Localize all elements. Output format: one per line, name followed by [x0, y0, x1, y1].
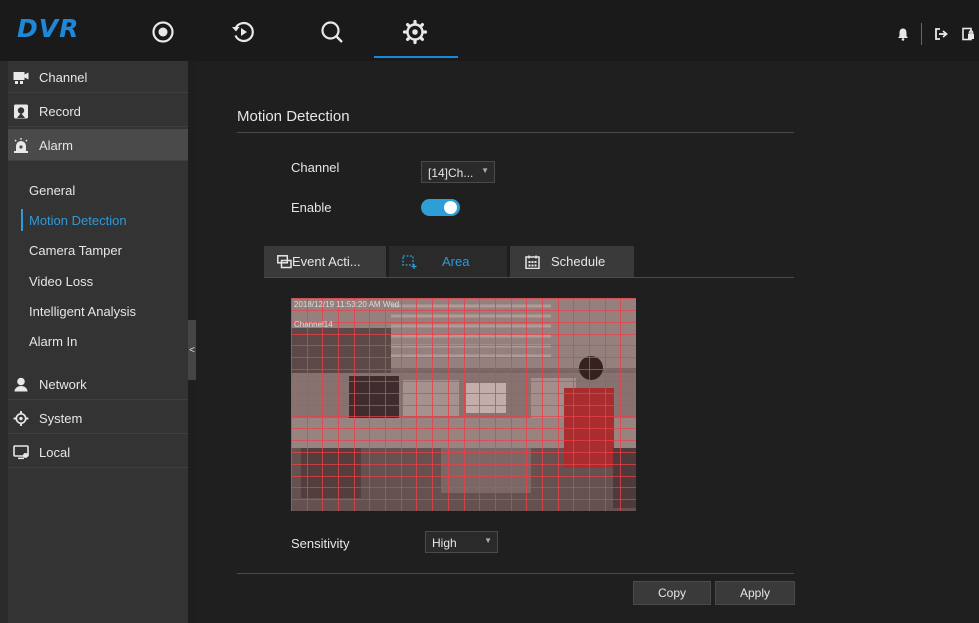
grid-selection-tint [291, 298, 636, 511]
motion-area-grid[interactable] [291, 298, 636, 511]
active-item-indicator [21, 209, 23, 231]
title-divider [237, 132, 794, 133]
sensitivity-select[interactable]: High ▼ [425, 531, 498, 553]
lock-button[interactable] [961, 27, 975, 41]
top-bar-divider [921, 23, 922, 45]
channel-select[interactable]: [14]Ch... ▼ [421, 161, 495, 183]
sidebar-subitem-video-loss[interactable]: Video Loss [8, 269, 188, 295]
sensitivity-select-value: High [432, 536, 457, 550]
search-icon [321, 21, 343, 43]
sensitivity-label: Sensitivity [291, 536, 350, 551]
sidebar-item-label: System [39, 411, 83, 426]
tab-schedule[interactable]: Schedule [510, 246, 634, 277]
tab-event-action[interactable]: Event Acti... [264, 246, 386, 277]
search-nav[interactable] [317, 17, 347, 47]
gear-icon [402, 19, 428, 45]
enable-label: Enable [291, 200, 332, 215]
chevron-down-icon: ▼ [481, 166, 489, 175]
footer-divider [237, 573, 794, 574]
logout-icon [935, 28, 948, 40]
sidebar-item-label: Record [39, 104, 81, 119]
copy-button[interactable]: Copy [633, 581, 711, 605]
settings-nav[interactable] [400, 17, 430, 47]
sidebar-subitem-intelligent-analysis[interactable]: Intelligent Analysis [8, 299, 188, 325]
sidebar-subitem-label: Motion Detection [29, 213, 127, 228]
sidebar-subitem-general[interactable]: General [8, 178, 188, 204]
system-gear-icon [13, 411, 29, 426]
sidebar-subitem-label: Camera Tamper [29, 243, 122, 258]
active-nav-indicator [374, 56, 458, 58]
tabs-divider [264, 277, 794, 278]
sidebar-subitem-label: Intelligent Analysis [29, 304, 136, 319]
sidebar-item-channel[interactable]: Channel [8, 61, 188, 93]
sidebar-item-label: Local [39, 445, 71, 460]
sidebar-collapse-handle[interactable]: < [188, 320, 196, 380]
sidebar-item-local[interactable]: Local [8, 436, 188, 468]
osd-timestamp: 2018/12/19 11:53:20 AM Wed [294, 300, 400, 309]
network-user-icon [14, 377, 28, 392]
playback-icon [232, 21, 254, 43]
channel-label: Channel [291, 160, 340, 175]
main-panel: Motion Detection Channel [14]Ch... ▼ Ena… [196, 61, 979, 623]
lock-icon [962, 27, 974, 41]
calendar-icon [525, 255, 540, 269]
top-bar: DVR [0, 0, 979, 61]
sidebar-item-record[interactable]: Record [8, 95, 188, 127]
sidebar-subitem-label: General [29, 183, 76, 198]
playback-nav[interactable] [228, 17, 258, 47]
sidebar-item-label: Network [39, 377, 87, 392]
camera-icon [13, 72, 29, 84]
toggle-knob [444, 201, 457, 214]
local-monitor-icon [13, 445, 29, 460]
tab-area[interactable]: Area [389, 246, 507, 277]
apply-button[interactable]: Apply [715, 581, 795, 605]
sidebar: Channel Record Alarm General Motion Dete… [8, 61, 188, 623]
sidebar-item-network[interactable]: Network [8, 368, 188, 400]
sidebar-subitem-motion-detection[interactable]: Motion Detection [8, 208, 188, 234]
sidebar-item-label: Alarm [39, 138, 73, 153]
live-view-nav[interactable] [148, 17, 178, 47]
tab-label: Event Acti... [292, 254, 361, 269]
record-icon [14, 104, 28, 119]
camera-preview[interactable]: 2018/12/19 11:53:20 AM Wed Channel14 [291, 298, 636, 511]
dvr-logo: DVR [17, 14, 80, 43]
sidebar-subitem-label: Alarm In [29, 334, 78, 349]
sidebar-item-alarm[interactable]: Alarm [8, 129, 188, 161]
channel-select-value: [14]Ch... [428, 166, 474, 180]
area-select-icon [402, 255, 417, 269]
window-edge [0, 61, 8, 623]
bell-icon [898, 28, 908, 41]
sidebar-subitem-camera-tamper[interactable]: Camera Tamper [8, 238, 188, 264]
sidebar-subitem-alarm-in[interactable]: Alarm In [8, 329, 188, 355]
enable-toggle[interactable] [421, 199, 460, 216]
sidebar-item-system[interactable]: System [8, 402, 188, 434]
osd-channel-name: Channel14 [294, 320, 333, 329]
tab-label: Schedule [551, 254, 606, 269]
logout-button[interactable] [934, 27, 948, 41]
sidebar-subitem-label: Video Loss [29, 274, 94, 289]
page-title: Motion Detection [237, 108, 350, 125]
notification-button[interactable] [896, 27, 910, 41]
tab-label: Area [442, 254, 470, 269]
alarm-icon [14, 138, 28, 153]
sidebar-item-label: Channel [39, 70, 88, 85]
chevron-down-icon: ▼ [484, 536, 492, 545]
record-dot-icon [152, 21, 174, 43]
